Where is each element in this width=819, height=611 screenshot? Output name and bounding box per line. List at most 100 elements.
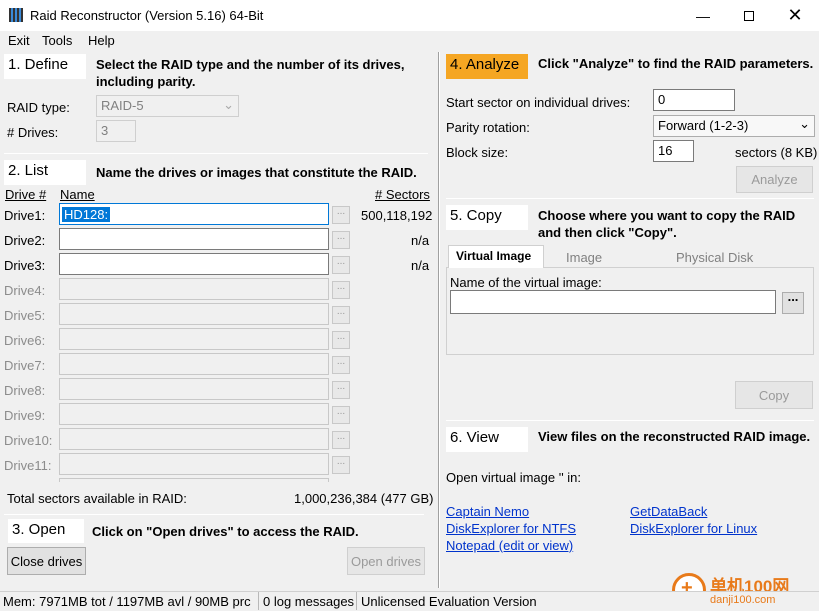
drive-name-input[interactable]	[59, 453, 329, 475]
browse-drive-button[interactable]: ...	[332, 456, 350, 474]
total-sectors-label: Total sectors available in RAID:	[7, 491, 187, 506]
copy-heading: 5. Copy	[446, 205, 528, 230]
browse-drive-button[interactable]: ...	[332, 206, 350, 224]
browse-drive-button[interactable]: ...	[332, 356, 350, 374]
menu-tools[interactable]: Tools	[42, 33, 72, 48]
browse-drive-button[interactable]: ...	[332, 406, 350, 424]
view-heading: 6. View	[446, 427, 528, 452]
open-heading: 3. Open	[8, 519, 84, 543]
tab-virtual-image[interactable]: Virtual Image	[448, 245, 544, 268]
drive-label: Drive3:	[4, 258, 46, 273]
analyze-description: Click "Analyze" to find the RAID paramet…	[538, 56, 814, 71]
total-sectors-value: 1,000,236,384 (477 GB)	[294, 491, 434, 506]
block-size-label: Block size:	[446, 145, 509, 160]
chevron-down-icon: ⌄	[223, 97, 234, 112]
drive-label: Drive4:	[4, 283, 46, 298]
copy-description: Choose where you want to copy the RAID a…	[538, 208, 796, 240]
drive-name-input[interactable]	[59, 328, 329, 350]
link-diskexplorer-linux[interactable]: DiskExplorer for Linux	[630, 521, 757, 536]
drive-name-input[interactable]	[59, 303, 329, 325]
col-header-sectors: # Sectors	[375, 187, 430, 202]
divider	[4, 514, 424, 515]
drive-name-input[interactable]	[59, 378, 329, 400]
window-title: Raid Reconstructor (Version 5.16) 64-Bit	[30, 8, 264, 23]
parity-rotation-select[interactable]: Forward (1-2-3) ⌄	[653, 115, 815, 137]
link-captain-nemo[interactable]: Captain Nemo	[446, 504, 529, 519]
drive-name-input[interactable]	[59, 353, 329, 375]
status-log-messages: 0 log messages	[263, 594, 355, 609]
drive-name-input[interactable]: HD128:	[59, 203, 329, 225]
menu-exit[interactable]: Exit	[8, 33, 30, 48]
browse-drive-button[interactable]: ...	[332, 256, 350, 274]
browse-drive-button[interactable]: ...	[332, 306, 350, 324]
drive-name-value: HD128:	[62, 207, 111, 222]
block-size-unit: sectors (8 KB)	[735, 145, 818, 160]
browse-drive-button[interactable]: ...	[332, 381, 350, 399]
watermark-url: danji100.com	[710, 594, 776, 606]
define-description: Select the RAID type and the number of i…	[96, 57, 405, 89]
virtual-image-name-label: Name of the virtual image:	[450, 275, 602, 290]
maximize-icon[interactable]	[726, 0, 772, 31]
raid-type-select[interactable]: RAID-5 ⌄	[96, 95, 239, 117]
drive-label: Drive8:	[4, 383, 46, 398]
link-notepad[interactable]: Notepad (edit or view)	[446, 538, 573, 553]
drive-name-input[interactable]	[59, 403, 329, 425]
drive-name-input[interactable]	[59, 228, 329, 250]
divider	[446, 420, 814, 421]
raid-type-value: RAID-5	[101, 98, 144, 113]
copy-button[interactable]: Copy	[735, 381, 813, 409]
tab-physical-disk[interactable]: Physical Disk	[676, 250, 753, 265]
drive-label: Drive9:	[4, 408, 46, 423]
tab-image[interactable]: Image	[566, 250, 602, 265]
drive-name-input[interactable]	[59, 253, 329, 275]
drive-label: Drive7:	[4, 358, 46, 373]
browse-drive-button[interactable]: ...	[332, 331, 350, 349]
drive-label: Drive6:	[4, 333, 46, 348]
virtual-image-name-input[interactable]	[450, 290, 776, 314]
drive-sectors: n/a	[411, 233, 430, 248]
browse-drive-button[interactable]: ...	[332, 231, 350, 249]
block-size-input[interactable]: 16	[653, 140, 694, 162]
drives-count-label: # Drives:	[7, 125, 59, 140]
list-heading: 2. List	[4, 160, 86, 185]
divider	[4, 153, 428, 154]
browse-virtual-image-button[interactable]: ...	[782, 290, 804, 314]
start-sector-input[interactable]: 0	[653, 89, 735, 111]
drive-label: Drive10:	[4, 433, 53, 448]
close-icon[interactable]: ✕	[772, 0, 818, 31]
link-getdataback[interactable]: GetDataBack	[630, 504, 707, 519]
browse-drive-button[interactable]: ...	[332, 281, 350, 299]
drive-name-input[interactable]	[59, 428, 329, 450]
list-description: Name the drives or images that constitut…	[96, 165, 417, 180]
link-diskexplorer-ntfs[interactable]: DiskExplorer for NTFS	[446, 521, 576, 536]
analyze-heading: 4. Analyze	[446, 54, 528, 79]
analyze-button[interactable]: Analyze	[736, 166, 813, 193]
close-drives-button[interactable]: Close drives	[7, 547, 86, 575]
drive-label: Drive2:	[4, 233, 46, 248]
raid-type-label: RAID type:	[7, 100, 70, 115]
parity-rotation-label: Parity rotation:	[446, 120, 530, 135]
drive-sectors: 500,118,192	[361, 208, 433, 223]
define-heading: 1. Define	[4, 54, 86, 79]
chevron-down-icon: ⌄	[799, 116, 810, 131]
view-description: View files on the reconstructed RAID ima…	[538, 429, 811, 444]
drive-label: Drive1:	[4, 208, 46, 223]
menu-help[interactable]: Help	[88, 33, 115, 48]
drives-count-input[interactable]: 3	[96, 120, 136, 142]
col-header-name: Name	[60, 187, 95, 202]
drive-name-input-partial	[59, 478, 329, 482]
status-license: Unlicensed Evaluation Version	[361, 594, 537, 609]
menu-bar	[0, 31, 819, 51]
status-memory: Mem: 7971MB tot / 1197MB avl / 90MB prc	[3, 594, 251, 609]
minimize-icon[interactable]: —	[680, 0, 726, 31]
status-separator	[356, 592, 357, 610]
divider	[446, 198, 814, 199]
browse-drive-button[interactable]: ...	[332, 431, 350, 449]
drive-name-input[interactable]	[59, 278, 329, 300]
open-drives-button[interactable]: Open drives	[347, 547, 425, 575]
col-header-drive: Drive #	[5, 187, 47, 202]
drive-label: Drive5:	[4, 308, 46, 323]
open-virtual-image-label: Open virtual image '' in:	[446, 470, 582, 485]
app-icon	[9, 8, 23, 22]
panel-divider	[438, 52, 440, 588]
